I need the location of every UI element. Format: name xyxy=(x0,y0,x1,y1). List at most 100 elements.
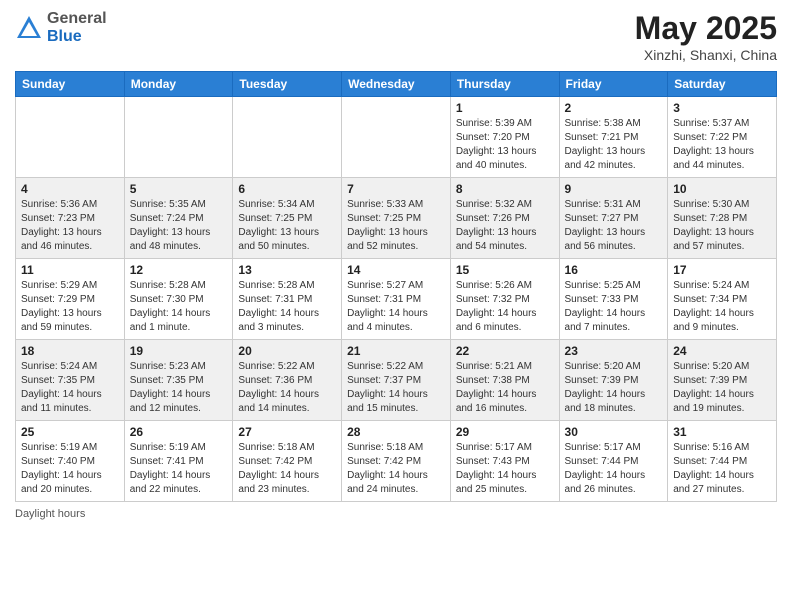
col-header-monday: Monday xyxy=(124,72,233,97)
calendar-cell: 11 Sunrise: 5:29 AMSunset: 7:29 PMDayligh… xyxy=(16,259,125,340)
logo-icon xyxy=(15,14,43,42)
day-info: Sunrise: 5:30 AMSunset: 7:28 PMDaylight:… xyxy=(673,198,771,254)
day-number: 19 xyxy=(130,344,228,358)
calendar-cell: 26Sunrise: 5:19 AMSunset: 7:41 PMDayligh… xyxy=(124,421,233,502)
day-info: Sunrise: 5:20 AMSunset: 7:39 PMDaylight:… xyxy=(673,360,771,416)
header-row: SundayMondayTuesdayWednesdayThursdayFrid… xyxy=(16,72,777,97)
week-row-3: 18Sunrise: 5:24 AMSunset: 7:35 PMDayligh… xyxy=(16,340,777,421)
col-header-wednesday: Wednesday xyxy=(342,72,451,97)
day-number: 31 xyxy=(673,425,771,439)
calendar-cell: 9Sunrise: 5:31 AMSunset: 7:27 PMDaylight… xyxy=(559,178,668,259)
day-info: Sunrise: 5:23 AMSunset: 7:35 PMDaylight:… xyxy=(130,360,228,416)
day-number: 2 xyxy=(565,101,663,115)
calendar-cell: 13Sunrise: 5:28 AMSunset: 7:31 PMDayligh… xyxy=(233,259,342,340)
day-info: Sunrise: 5:17 AMSunset: 7:43 PMDaylight:… xyxy=(456,441,554,497)
calendar-cell: 14Sunrise: 5:27 AMSunset: 7:31 PMDayligh… xyxy=(342,259,451,340)
day-number: 5 xyxy=(130,182,228,196)
calendar-cell: 5Sunrise: 5:35 AMSunset: 7:24 PMDaylight… xyxy=(124,178,233,259)
day-number: 22 xyxy=(456,344,554,358)
day-number: 3 xyxy=(673,101,771,115)
day-info: Sunrise: 5:37 AMSunset: 7:22 PMDaylight:… xyxy=(673,117,771,173)
col-header-friday: Friday xyxy=(559,72,668,97)
logo-general: General xyxy=(47,10,107,28)
calendar-cell: 29 Sunrise: 5:17 AMSunset: 7:43 PMDayligh… xyxy=(450,421,559,502)
day-number: 28 xyxy=(347,425,445,439)
day-number: 6 xyxy=(238,182,336,196)
calendar-cell: 2 Sunrise: 5:38 AMSunset: 7:21 PMDaylight… xyxy=(559,97,668,178)
calendar-cell xyxy=(342,97,451,178)
calendar-cell: 21Sunrise: 5:22 AMSunset: 7:37 PMDayligh… xyxy=(342,340,451,421)
calendar-cell: 23 Sunrise: 5:20 AMSunset: 7:39 PMDayligh… xyxy=(559,340,668,421)
day-number: 16 xyxy=(565,263,663,277)
title-month: May 2025 xyxy=(635,10,777,47)
day-number: 15 xyxy=(456,263,554,277)
logo-blue: Blue xyxy=(47,28,107,46)
day-number: 26 xyxy=(130,425,228,439)
day-number: 25 xyxy=(21,425,119,439)
day-number: 14 xyxy=(347,263,445,277)
calendar-cell: 28Sunrise: 5:18 AMSunset: 7:42 PMDayligh… xyxy=(342,421,451,502)
calendar-cell xyxy=(16,97,125,178)
day-number: 23 xyxy=(565,344,663,358)
calendar-cell: 25Sunrise: 5:19 AMSunset: 7:40 PMDayligh… xyxy=(16,421,125,502)
day-info: Sunrise: 5:26 AMSunset: 7:32 PMDaylight:… xyxy=(456,279,554,335)
calendar-cell: 19 Sunrise: 5:23 AMSunset: 7:35 PMDayligh… xyxy=(124,340,233,421)
page: General Blue May 2025 Xinzhi, Shanxi, Ch… xyxy=(0,0,792,612)
calendar-cell: 1 Sunrise: 5:39 AMSunset: 7:20 PMDaylight… xyxy=(450,97,559,178)
day-number: 1 xyxy=(456,101,554,115)
day-info: Sunrise: 5:22 AMSunset: 7:37 PMDaylight:… xyxy=(347,360,445,416)
calendar-cell: 30Sunrise: 5:17 AMSunset: 7:44 PMDayligh… xyxy=(559,421,668,502)
day-number: 29 xyxy=(456,425,554,439)
logo: General Blue xyxy=(15,10,107,45)
title-block: May 2025 Xinzhi, Shanxi, China xyxy=(635,10,777,63)
calendar-cell: 31 Sunrise: 5:16 AMSunset: 7:44 PMDayligh… xyxy=(668,421,777,502)
logo-text: General Blue xyxy=(47,10,107,45)
calendar-cell: 12Sunrise: 5:28 AMSunset: 7:30 PMDayligh… xyxy=(124,259,233,340)
calendar-cell: 15 Sunrise: 5:26 AMSunset: 7:32 PMDayligh… xyxy=(450,259,559,340)
day-info: Sunrise: 5:24 AMSunset: 7:35 PMDaylight:… xyxy=(21,360,119,416)
day-number: 24 xyxy=(673,344,771,358)
calendar-table: SundayMondayTuesdayWednesdayThursdayFrid… xyxy=(15,71,777,502)
day-info: Sunrise: 5:28 AMSunset: 7:30 PMDaylight:… xyxy=(130,279,228,335)
day-info: Sunrise: 5:22 AMSunset: 7:36 PMDaylight:… xyxy=(238,360,336,416)
footer: Daylight hours xyxy=(15,508,777,520)
col-header-saturday: Saturday xyxy=(668,72,777,97)
calendar-cell: 7 Sunrise: 5:33 AMSunset: 7:25 PMDaylight… xyxy=(342,178,451,259)
day-number: 4 xyxy=(21,182,119,196)
calendar-header: SundayMondayTuesdayWednesdayThursdayFrid… xyxy=(16,72,777,97)
day-info: Sunrise: 5:16 AMSunset: 7:44 PMDaylight:… xyxy=(673,441,771,497)
calendar-cell: 4 Sunrise: 5:36 AMSunset: 7:23 PMDaylight… xyxy=(16,178,125,259)
calendar-cell: 24 Sunrise: 5:20 AMSunset: 7:39 PMDayligh… xyxy=(668,340,777,421)
day-info: Sunrise: 5:21 AMSunset: 7:38 PMDaylight:… xyxy=(456,360,554,416)
calendar-body: 1 Sunrise: 5:39 AMSunset: 7:20 PMDaylight… xyxy=(16,97,777,502)
day-number: 20 xyxy=(238,344,336,358)
week-row-4: 25Sunrise: 5:19 AMSunset: 7:40 PMDayligh… xyxy=(16,421,777,502)
calendar-cell: 22 Sunrise: 5:21 AMSunset: 7:38 PMDayligh… xyxy=(450,340,559,421)
col-header-tuesday: Tuesday xyxy=(233,72,342,97)
footer-text: Daylight hours xyxy=(15,508,85,520)
day-info: Sunrise: 5:17 AMSunset: 7:44 PMDaylight:… xyxy=(565,441,663,497)
day-number: 9 xyxy=(565,182,663,196)
calendar-cell: 10 Sunrise: 5:30 AMSunset: 7:28 PMDayligh… xyxy=(668,178,777,259)
col-header-sunday: Sunday xyxy=(16,72,125,97)
week-row-1: 4 Sunrise: 5:36 AMSunset: 7:23 PMDaylight… xyxy=(16,178,777,259)
day-info: Sunrise: 5:18 AMSunset: 7:42 PMDaylight:… xyxy=(238,441,336,497)
day-info: Sunrise: 5:33 AMSunset: 7:25 PMDaylight:… xyxy=(347,198,445,254)
calendar-cell xyxy=(124,97,233,178)
day-info: Sunrise: 5:36 AMSunset: 7:23 PMDaylight:… xyxy=(21,198,119,254)
day-info: Sunrise: 5:29 AMSunset: 7:29 PMDaylight:… xyxy=(21,279,119,335)
day-info: Sunrise: 5:24 AMSunset: 7:34 PMDaylight:… xyxy=(673,279,771,335)
week-row-2: 11 Sunrise: 5:29 AMSunset: 7:29 PMDayligh… xyxy=(16,259,777,340)
day-info: Sunrise: 5:28 AMSunset: 7:31 PMDaylight:… xyxy=(238,279,336,335)
day-info: Sunrise: 5:20 AMSunset: 7:39 PMDaylight:… xyxy=(565,360,663,416)
calendar-cell: 27Sunrise: 5:18 AMSunset: 7:42 PMDayligh… xyxy=(233,421,342,502)
day-number: 11 xyxy=(21,263,119,277)
day-number: 7 xyxy=(347,182,445,196)
day-info: Sunrise: 5:39 AMSunset: 7:20 PMDaylight:… xyxy=(456,117,554,173)
title-location: Xinzhi, Shanxi, China xyxy=(635,47,777,63)
day-info: Sunrise: 5:38 AMSunset: 7:21 PMDaylight:… xyxy=(565,117,663,173)
calendar-cell: 8Sunrise: 5:32 AMSunset: 7:26 PMDaylight… xyxy=(450,178,559,259)
calendar-cell: 20 Sunrise: 5:22 AMSunset: 7:36 PMDayligh… xyxy=(233,340,342,421)
day-info: Sunrise: 5:34 AMSunset: 7:25 PMDaylight:… xyxy=(238,198,336,254)
day-number: 10 xyxy=(673,182,771,196)
